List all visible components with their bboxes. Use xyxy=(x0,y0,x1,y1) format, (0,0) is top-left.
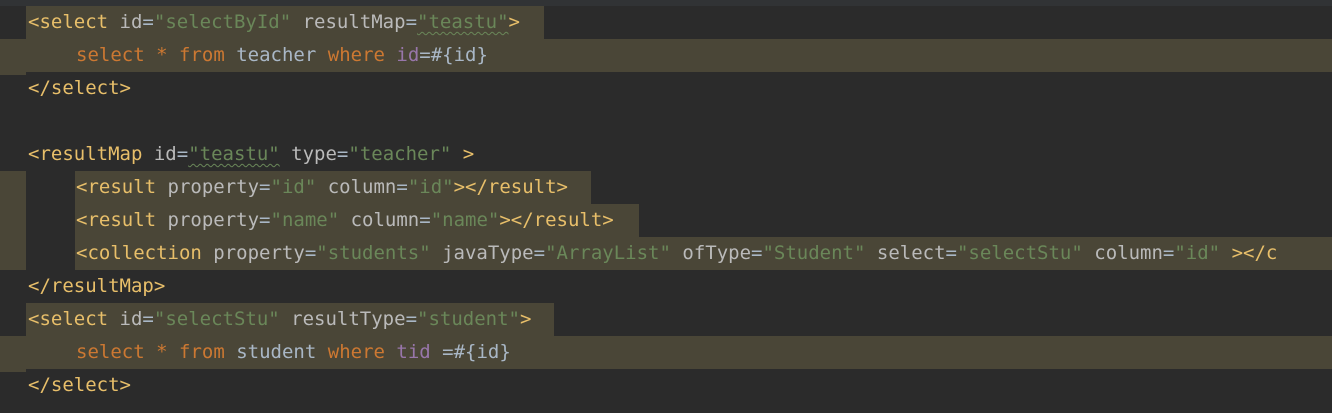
xml-tag: </resultMap> xyxy=(28,275,166,297)
xml-value: "id" xyxy=(1174,242,1221,264)
xml-tag: > xyxy=(451,143,475,165)
xml-attribute: ofType xyxy=(682,242,752,264)
xml-attribute: column xyxy=(1094,242,1163,264)
xml-value: "ArrayList" xyxy=(545,242,671,264)
xml-attribute: column xyxy=(327,176,397,198)
xml-attribute: property xyxy=(213,242,305,264)
sql-keyword: from xyxy=(179,341,225,363)
xml-value: "selectStu" xyxy=(956,242,1083,264)
sql-table: student xyxy=(236,341,317,363)
xml-value: "selectStu" xyxy=(153,308,280,330)
gutter-highlight xyxy=(0,171,26,270)
xml-value: "student" xyxy=(417,308,520,330)
xml-tag: ></result> xyxy=(499,209,614,231)
sql-text: =#{id} xyxy=(419,44,488,66)
code-line[interactable]: </resultMap> xyxy=(28,270,165,303)
sql-table: teacher xyxy=(236,44,317,66)
xml-attribute: property xyxy=(167,209,260,231)
xml-attribute: column xyxy=(350,209,420,231)
xml-value: "id" xyxy=(407,176,454,198)
sql-keyword: * xyxy=(156,44,168,66)
xml-attribute: javaType xyxy=(442,242,534,264)
sql-keyword: select xyxy=(76,44,145,66)
xml-tag: <resultMap xyxy=(28,143,143,165)
xml-value: "name" xyxy=(430,209,500,231)
code-line[interactable]: <select id="selectById" resultMap="teast… xyxy=(28,6,520,39)
xml-attribute: resultType xyxy=(291,308,406,330)
gutter-highlight xyxy=(0,336,26,372)
xml-attribute: id xyxy=(119,308,143,330)
sql-keyword: select xyxy=(76,341,145,363)
sql-field: tid xyxy=(396,341,431,363)
xml-attribute: select xyxy=(876,242,946,264)
code-line[interactable]: <select id="selectStu" resultType="stude… xyxy=(28,303,531,336)
xml-attribute: id xyxy=(153,143,177,165)
sql-field: id xyxy=(396,44,420,66)
sql-text: =#{id} xyxy=(430,341,511,363)
sql-keyword: where xyxy=(327,341,385,363)
xml-tag: > xyxy=(508,11,520,33)
sql-keyword: where xyxy=(327,44,385,66)
code-line[interactable]: <result property="name" column="name"></… xyxy=(76,204,614,237)
xml-tag: <result xyxy=(76,209,157,231)
xml-value: "name" xyxy=(270,209,340,231)
xml-attribute: type xyxy=(291,143,337,165)
xml-tag: <collection xyxy=(76,242,202,264)
code-editor[interactable]: <select id="selectById" resultMap="teast… xyxy=(0,0,1332,413)
code-line[interactable]: </select> xyxy=(28,72,131,105)
xml-value: "teastu" xyxy=(188,143,280,165)
code-line[interactable]: <resultMap id="teastu" type="teacher" > xyxy=(28,138,474,171)
xml-value: "teastu" xyxy=(417,11,509,33)
xml-tag: > xyxy=(519,308,532,330)
xml-tag: <select xyxy=(28,308,109,330)
xml-tag: </select> xyxy=(28,374,131,396)
code-line[interactable]: <collection property="students" javaType… xyxy=(76,237,1277,270)
xml-tag: ></c xyxy=(1220,242,1278,264)
xml-tag: <result xyxy=(76,176,157,198)
xml-attribute: resultMap xyxy=(302,11,406,33)
code-line[interactable]: select * from student where tid =#{id} xyxy=(76,336,511,369)
xml-value: "selectById" xyxy=(153,11,292,33)
xml-attribute: id xyxy=(119,11,143,33)
code-line[interactable]: select * from teacher where id=#{id} xyxy=(76,39,488,72)
code-line[interactable]: </select> xyxy=(28,369,131,402)
sql-keyword: from xyxy=(179,44,225,66)
xml-value: "Student" xyxy=(762,242,866,264)
code-line[interactable]: <result property="id" column="id"></resu… xyxy=(76,171,568,204)
xml-value: "students" xyxy=(316,242,431,264)
xml-value: "id" xyxy=(270,176,317,198)
xml-attribute: property xyxy=(167,176,260,198)
xml-tag: <select xyxy=(28,11,109,33)
sql-keyword: * xyxy=(156,341,168,363)
gutter-highlight xyxy=(0,39,26,75)
xml-tag: ></result> xyxy=(453,176,568,198)
xml-value: "teacher" xyxy=(348,143,452,165)
xml-tag: </select> xyxy=(28,77,131,99)
